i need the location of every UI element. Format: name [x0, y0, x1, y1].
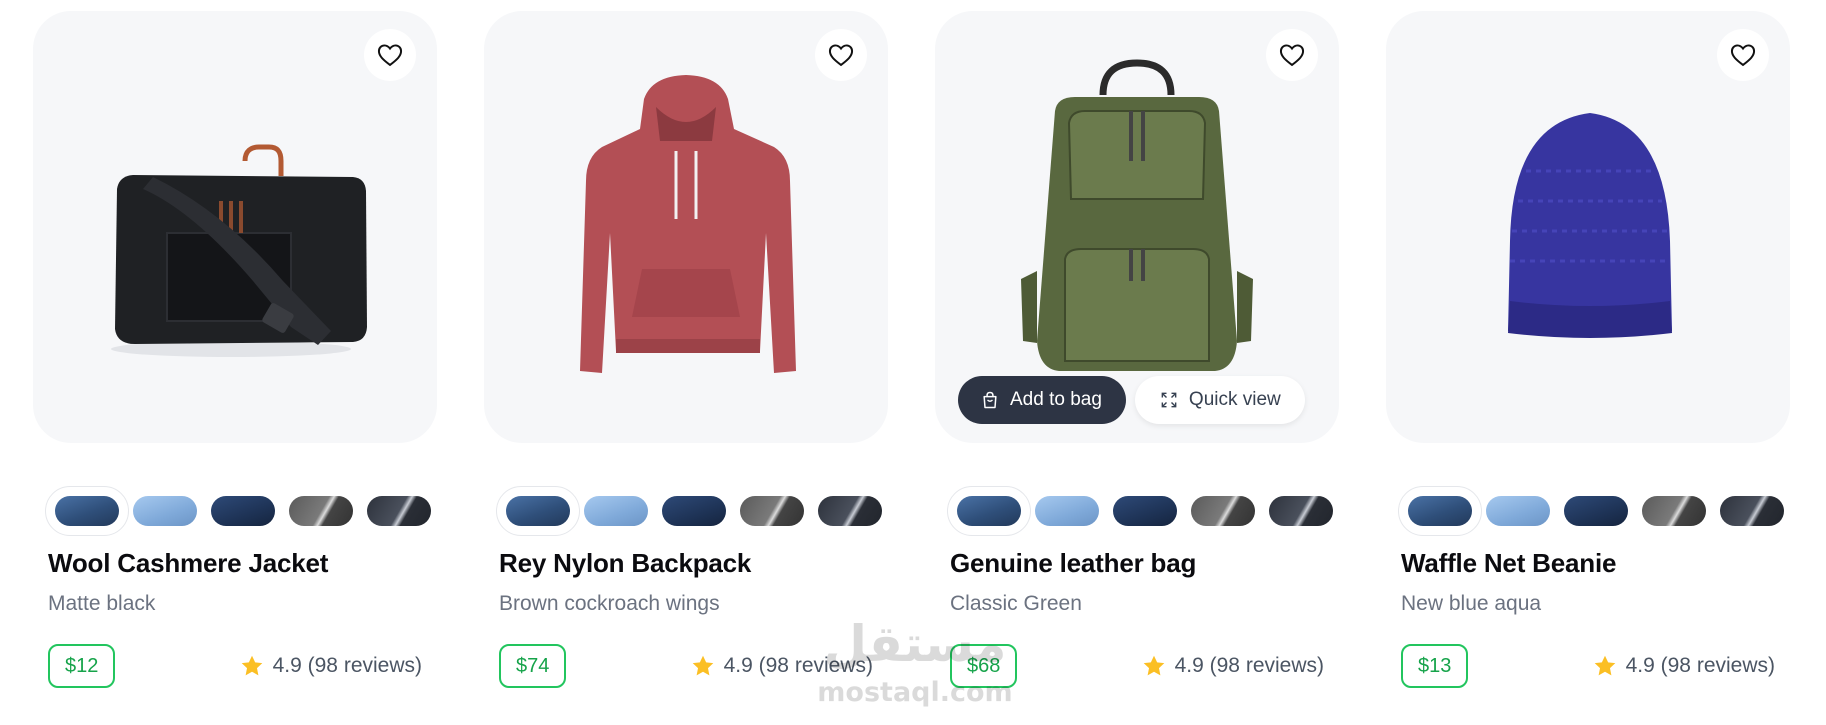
color-swatch[interactable] [818, 496, 882, 526]
product-card[interactable]: Waffle Net Beanie New blue aqua $13 4.9 … [1386, 11, 1790, 711]
product-variant: Brown cockroach wings [499, 592, 720, 615]
price-badge: $74 [499, 644, 567, 688]
heart-icon [377, 44, 403, 67]
product-rating: 4.9 (98 reviews) [1141, 653, 1324, 679]
product-variant: Matte black [48, 592, 156, 615]
color-swatch[interactable] [211, 496, 275, 526]
star-icon [692, 655, 713, 676]
rating-text: 4.9 (98 reviews) [1174, 654, 1324, 677]
color-swatch[interactable] [1035, 496, 1099, 526]
product-variant: New blue aqua [1401, 592, 1542, 615]
product-rating: 4.9 (98 reviews) [690, 653, 873, 679]
star-icon [241, 655, 262, 676]
color-swatch[interactable] [1486, 496, 1550, 526]
quick-view-label: Quick view [1188, 389, 1281, 410]
color-swatches [496, 486, 888, 538]
favorite-button[interactable] [1266, 29, 1318, 81]
rating-text: 4.9 (98 reviews) [1625, 654, 1775, 677]
color-swatch[interactable] [584, 496, 648, 526]
color-swatch[interactable] [1113, 496, 1177, 526]
favorite-button[interactable] [364, 29, 416, 81]
color-swatch[interactable] [55, 496, 119, 526]
color-swatch[interactable] [367, 496, 431, 526]
price-badge: $13 [1401, 644, 1469, 688]
heart-icon [1730, 44, 1756, 67]
color-swatch[interactable] [1564, 496, 1628, 526]
price-badge: $68 [950, 644, 1018, 688]
add-to-bag-label: Add to bag [1010, 389, 1102, 410]
product-name[interactable]: Wool Cashmere Jacket [48, 548, 328, 579]
color-swatch[interactable] [506, 496, 570, 526]
color-swatches [947, 486, 1339, 538]
product-image-area[interactable] [33, 11, 437, 443]
color-swatch[interactable] [1642, 496, 1706, 526]
product-rating: 4.9 (98 reviews) [239, 653, 422, 679]
color-swatch[interactable] [1408, 496, 1472, 526]
color-swatch[interactable] [289, 496, 353, 526]
product-grid: Wool Cashmere Jacket Matte black $12 4.9… [33, 11, 1793, 711]
product-variant: Classic Green [950, 592, 1082, 615]
rating-text: 4.9 (98 reviews) [723, 654, 873, 677]
color-swatch[interactable] [957, 496, 1021, 526]
product-name[interactable]: Rey Nylon Backpack [499, 548, 751, 579]
color-swatch[interactable] [1191, 496, 1255, 526]
color-swatch[interactable] [1720, 496, 1784, 526]
star-icon [1143, 655, 1164, 676]
product-name[interactable]: Genuine leather bag [950, 548, 1196, 579]
star-icon [1594, 655, 1615, 676]
product-card[interactable]: Add to bag Quick view Genuine leather ba… [935, 11, 1339, 711]
expand-icon [1161, 392, 1177, 408]
color-swatch[interactable] [662, 496, 726, 526]
product-image-area[interactable] [1386, 11, 1790, 443]
shopping-bag-icon [983, 391, 997, 409]
product-card[interactable]: Wool Cashmere Jacket Matte black $12 4.9… [33, 11, 437, 711]
add-to-bag-button[interactable]: Add to bag [958, 376, 1126, 424]
product-card[interactable]: Rey Nylon Backpack Brown cockroach wings… [484, 11, 888, 711]
product-image-area[interactable] [484, 11, 888, 443]
favorite-button[interactable] [1717, 29, 1769, 81]
favorite-button[interactable] [815, 29, 867, 81]
product-name[interactable]: Waffle Net Beanie [1401, 548, 1616, 579]
color-swatch[interactable] [133, 496, 197, 526]
quick-view-button[interactable]: Quick view [1134, 376, 1305, 424]
color-swatches [1398, 486, 1790, 538]
product-image-area[interactable]: Add to bag Quick view [935, 11, 1339, 443]
price-badge: $12 [48, 644, 116, 688]
heart-icon [828, 44, 854, 67]
heart-icon [1279, 44, 1305, 67]
color-swatch[interactable] [1269, 496, 1333, 526]
rating-text: 4.9 (98 reviews) [272, 654, 422, 677]
hover-actions: Add to bag Quick view [958, 376, 1305, 424]
color-swatch[interactable] [740, 496, 804, 526]
product-rating: 4.9 (98 reviews) [1592, 653, 1775, 679]
color-swatches [45, 486, 437, 538]
